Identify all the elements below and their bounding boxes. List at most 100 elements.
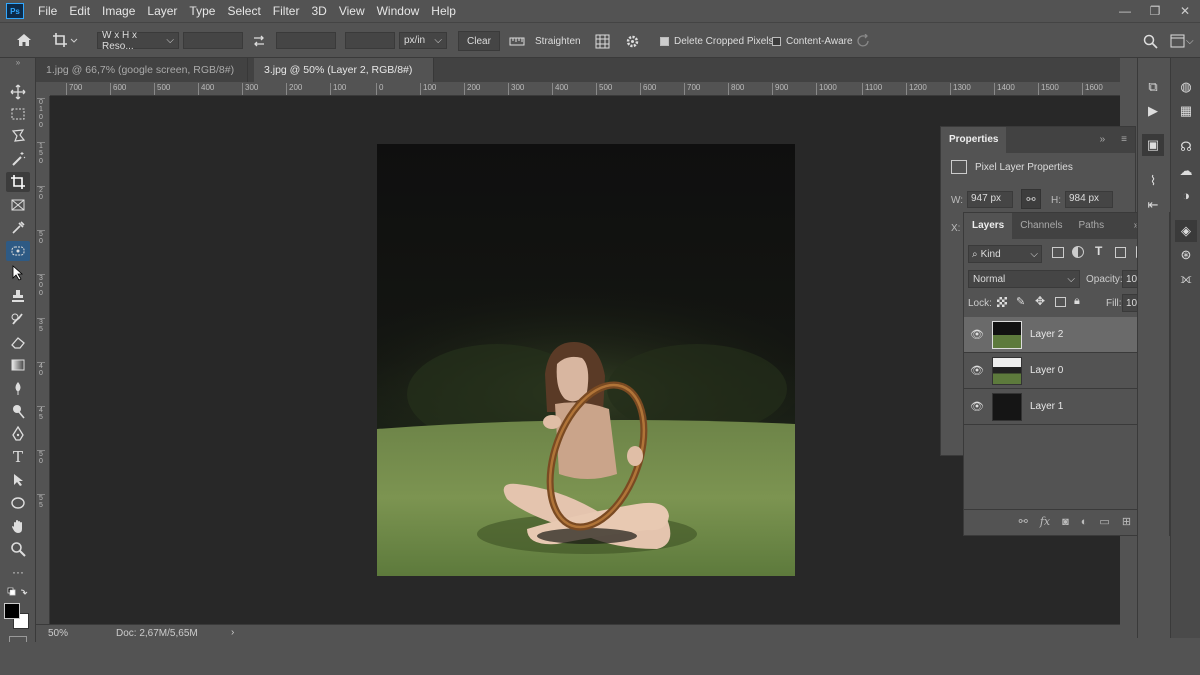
height-input[interactable] [276, 32, 336, 49]
crop-tool-preset-icon[interactable] [52, 31, 78, 49]
tab-document-1[interactable]: 1.jpg @ 66,7% (google screen, RGB/8#) *× [36, 58, 248, 100]
blend-mode-select[interactable]: Normal ⌵ [968, 270, 1080, 288]
resolution-input[interactable] [345, 32, 395, 49]
grid-overlay-icon[interactable] [595, 32, 610, 50]
clone-source-icon[interactable]: ⇤ [1142, 194, 1164, 216]
blur-tool-icon[interactable] [6, 378, 30, 398]
device-preview-icon[interactable]: ▣ [1142, 134, 1164, 156]
channels-icon[interactable]: ⊛ [1175, 244, 1197, 266]
libraries-icon[interactable]: ☁ [1175, 160, 1197, 182]
tab-paths[interactable]: Paths [1071, 213, 1113, 239]
hand-tool-icon[interactable] [6, 516, 30, 536]
play-icon[interactable]: ▶ [1142, 100, 1164, 122]
workspace-icon[interactable] [1170, 32, 1185, 50]
menu-file[interactable]: File [32, 0, 63, 22]
lock-pixels-icon[interactable]: ✎ [1016, 295, 1025, 308]
vertical-ruler[interactable]: 0 1 0 0 1 5 0 2 0 5 0 3 0 0 3 5 4 0 4 5 … [36, 96, 50, 624]
lock-position-icon[interactable]: ✥ [1035, 294, 1045, 308]
menu-select[interactable]: Select [221, 0, 266, 22]
tab-channels[interactable]: Channels [1012, 213, 1070, 239]
move-tool-icon[interactable] [6, 82, 30, 102]
ratio-select[interactable]: W x H x Reso... ⌵ [97, 30, 179, 52]
document-canvas-image[interactable] [377, 144, 795, 576]
clear-button[interactable]: Clear [458, 31, 500, 51]
straighten-icon[interactable] [509, 32, 525, 50]
eye-icon[interactable]: 👁︎ [964, 364, 990, 377]
paths-icon[interactable]: ⟗ [1175, 268, 1197, 290]
minimize-button[interactable]: — [1110, 0, 1140, 22]
horizontal-ruler[interactable]: 700 600 500 400 300 200 100 0 100 200 30… [50, 82, 1120, 96]
pen-tool-icon[interactable] [6, 424, 30, 444]
menu-help[interactable]: Help [425, 0, 462, 22]
new-layer-icon[interactable]: ⊞ [1122, 515, 1131, 528]
chevron-down-icon[interactable]: ⌵ [1186, 32, 1194, 50]
clone-stamp-tool-icon[interactable] [6, 286, 30, 306]
zoom-level[interactable]: 50% [48, 628, 68, 639]
tab-document-3[interactable]: 3.jpg @ 50% (Layer 2, RGB/8#) *× [254, 58, 434, 100]
kind-filter-select[interactable]: ⌕ Kind ⌵ [968, 245, 1042, 263]
history-brush-tool-icon[interactable] [6, 309, 30, 329]
crop-tool-icon[interactable] [6, 172, 30, 192]
layer-row[interactable]: 👁︎ Layer 1 [964, 389, 1157, 425]
link-layers-icon[interactable]: ⚯ [1019, 515, 1028, 528]
panel-menu-icon[interactable]: ≡ [1113, 127, 1135, 153]
foreground-color-swatch[interactable] [4, 603, 20, 619]
spot-healing-tool-icon[interactable] [6, 241, 30, 261]
layer-row[interactable]: 👁︎ Layer 0 [964, 353, 1157, 389]
menu-type[interactable]: Type [183, 0, 221, 22]
gradient-tool-icon[interactable] [6, 355, 30, 375]
tab-layers[interactable]: Layers [964, 213, 1013, 239]
filter-shape-icon[interactable] [1115, 247, 1126, 258]
collapse-toolbar-icon[interactable]: » [6, 58, 30, 67]
ruler-origin[interactable] [36, 82, 50, 96]
filter-type-icon[interactable]: T [1095, 244, 1102, 258]
default-colors-icon[interactable] [6, 586, 30, 600]
eye-icon[interactable]: 👁︎ [964, 400, 990, 413]
brush-icon[interactable]: ⌇ [1142, 170, 1164, 192]
width-input[interactable] [183, 32, 243, 49]
layer-name[interactable]: Layer 1 [1030, 401, 1063, 412]
marquee-tool-icon[interactable] [6, 104, 30, 124]
ellipse-tool-icon[interactable] [6, 493, 30, 513]
adjustments-icon[interactable]: ◑ [1175, 184, 1197, 206]
menu-view[interactable]: View [333, 0, 371, 22]
lock-transparency-icon[interactable] [997, 297, 1007, 307]
width-field[interactable]: 947 px [967, 191, 1013, 208]
content-aware-checkbox[interactable]: Content-Aware [772, 32, 853, 50]
straighten-label[interactable]: Straighten [535, 32, 581, 50]
layer-name[interactable]: Layer 0 [1030, 365, 1063, 376]
more-tools-icon[interactable]: ··· [6, 562, 30, 582]
color-icon[interactable]: ◍ [1175, 76, 1197, 98]
eyedropper-tool-icon[interactable] [6, 218, 30, 238]
eraser-tool-icon[interactable] [6, 332, 30, 352]
path-selection-tool-icon[interactable] [6, 470, 30, 490]
menu-filter[interactable]: Filter [267, 0, 306, 22]
link-icon[interactable]: ⚯ [1021, 189, 1041, 209]
search-icon[interactable] [1143, 32, 1158, 50]
close-button[interactable]: ✕ [1170, 0, 1200, 22]
layer-name[interactable]: Layer 2 [1030, 329, 1063, 340]
zoom-tool-icon[interactable] [6, 539, 30, 559]
swap-icon[interactable] [252, 32, 266, 50]
lasso-tool-icon[interactable] [6, 126, 30, 146]
layers-stack-icon[interactable]: ◈ [1175, 220, 1197, 242]
eye-icon[interactable]: 👁︎ [964, 328, 990, 341]
fx-icon[interactable]: fx [1040, 515, 1050, 528]
type-tool-icon[interactable]: T [6, 447, 30, 467]
menu-layer[interactable]: Layer [141, 0, 183, 22]
lock-all-icon[interactable]: 🔒︎ [1074, 295, 1080, 308]
reset-icon[interactable] [856, 32, 872, 50]
filter-adjustment-icon[interactable] [1072, 246, 1084, 258]
history-icon[interactable]: ⧉ [1142, 76, 1164, 98]
learn-icon[interactable]: ☊ [1175, 136, 1197, 158]
delete-cropped-checkbox[interactable]: Delete Cropped Pixels [660, 32, 774, 50]
menu-image[interactable]: Image [96, 0, 141, 22]
restore-button[interactable]: ❐ [1140, 0, 1170, 22]
add-mask-icon[interactable]: ◙ [1062, 516, 1069, 528]
dodge-tool-icon[interactable] [6, 401, 30, 421]
magic-wand-tool-icon[interactable] [6, 149, 30, 169]
home-icon[interactable] [15, 31, 33, 49]
gear-icon[interactable] [625, 32, 640, 50]
menu-window[interactable]: Window [371, 0, 426, 22]
layer-row[interactable]: 👁︎ Layer 2 [964, 317, 1157, 353]
